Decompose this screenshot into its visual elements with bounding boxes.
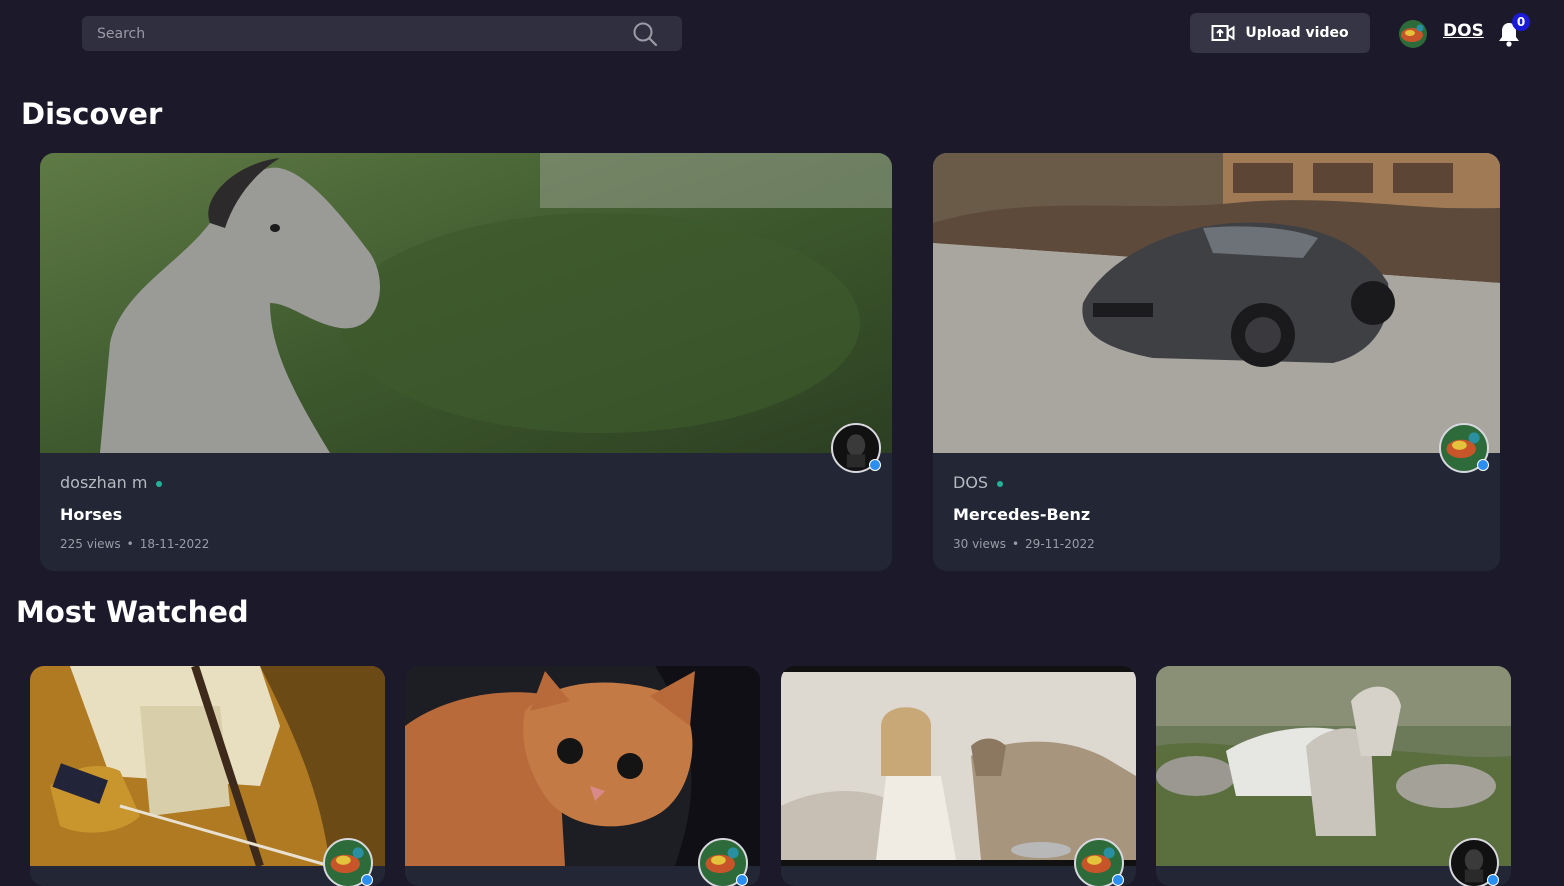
video-date: 29-11-2022 <box>1025 537 1095 551</box>
video-views: 225 views <box>60 537 121 551</box>
video-date: 18-11-2022 <box>139 537 210 551</box>
username-link[interactable]: DOS <box>1443 21 1484 41</box>
video-title[interactable]: Mercedes-Benz <box>953 505 1090 524</box>
video-card[interactable]: DOS Mercedes-Benz 30 views • 29-11-2022 <box>933 153 1500 571</box>
video-meta: 225 views • 18-11-2022 <box>60 537 210 551</box>
upload-video-button[interactable]: Upload video <box>1190 13 1370 53</box>
most-watched-section-title: Most Watched <box>16 595 249 629</box>
video-meta: 30 views • 29-11-2022 <box>953 537 1095 551</box>
video-thumbnail[interactable] <box>781 666 1136 866</box>
creator-avatar[interactable] <box>1074 838 1124 886</box>
video-upload-icon <box>1211 25 1235 41</box>
video-card[interactable] <box>30 666 385 886</box>
video-views: 30 views <box>953 537 1006 551</box>
video-author[interactable]: DOS <box>953 473 1004 492</box>
search-icon[interactable] <box>632 21 658 47</box>
video-thumbnail[interactable] <box>933 153 1500 453</box>
video-author[interactable]: doszhan m <box>60 473 163 492</box>
verified-icon <box>869 459 881 471</box>
search-input[interactable] <box>82 16 622 51</box>
verified-icon <box>1112 874 1124 886</box>
verified-icon <box>736 874 748 886</box>
creator-avatar[interactable] <box>831 423 881 473</box>
video-thumbnail[interactable] <box>1156 666 1511 866</box>
verified-icon <box>1477 459 1489 471</box>
verified-icon <box>361 874 373 886</box>
video-thumbnail[interactable] <box>405 666 760 866</box>
author-name: doszhan m <box>60 473 148 492</box>
video-card[interactable] <box>781 666 1136 886</box>
search-bar[interactable] <box>82 16 682 51</box>
upload-video-label: Upload video <box>1245 25 1349 41</box>
video-thumbnail[interactable] <box>40 153 892 453</box>
notification-count-badge: 0 <box>1512 13 1530 31</box>
video-title[interactable]: Horses <box>60 505 122 524</box>
online-status-dot <box>156 480 163 487</box>
video-card[interactable] <box>405 666 760 886</box>
discover-section-title: Discover <box>21 97 163 131</box>
video-thumbnail[interactable] <box>30 666 385 866</box>
author-name: DOS <box>953 473 989 492</box>
creator-avatar[interactable] <box>323 838 373 886</box>
creator-avatar[interactable] <box>1439 423 1489 473</box>
creator-avatar[interactable] <box>1449 838 1499 886</box>
video-card[interactable] <box>1156 666 1511 886</box>
user-avatar[interactable] <box>1398 19 1428 49</box>
video-card[interactable]: doszhan m Horses 225 views • 18-11-2022 <box>40 153 892 571</box>
creator-avatar[interactable] <box>698 838 748 886</box>
verified-icon <box>1487 874 1499 886</box>
online-status-dot <box>997 480 1004 487</box>
